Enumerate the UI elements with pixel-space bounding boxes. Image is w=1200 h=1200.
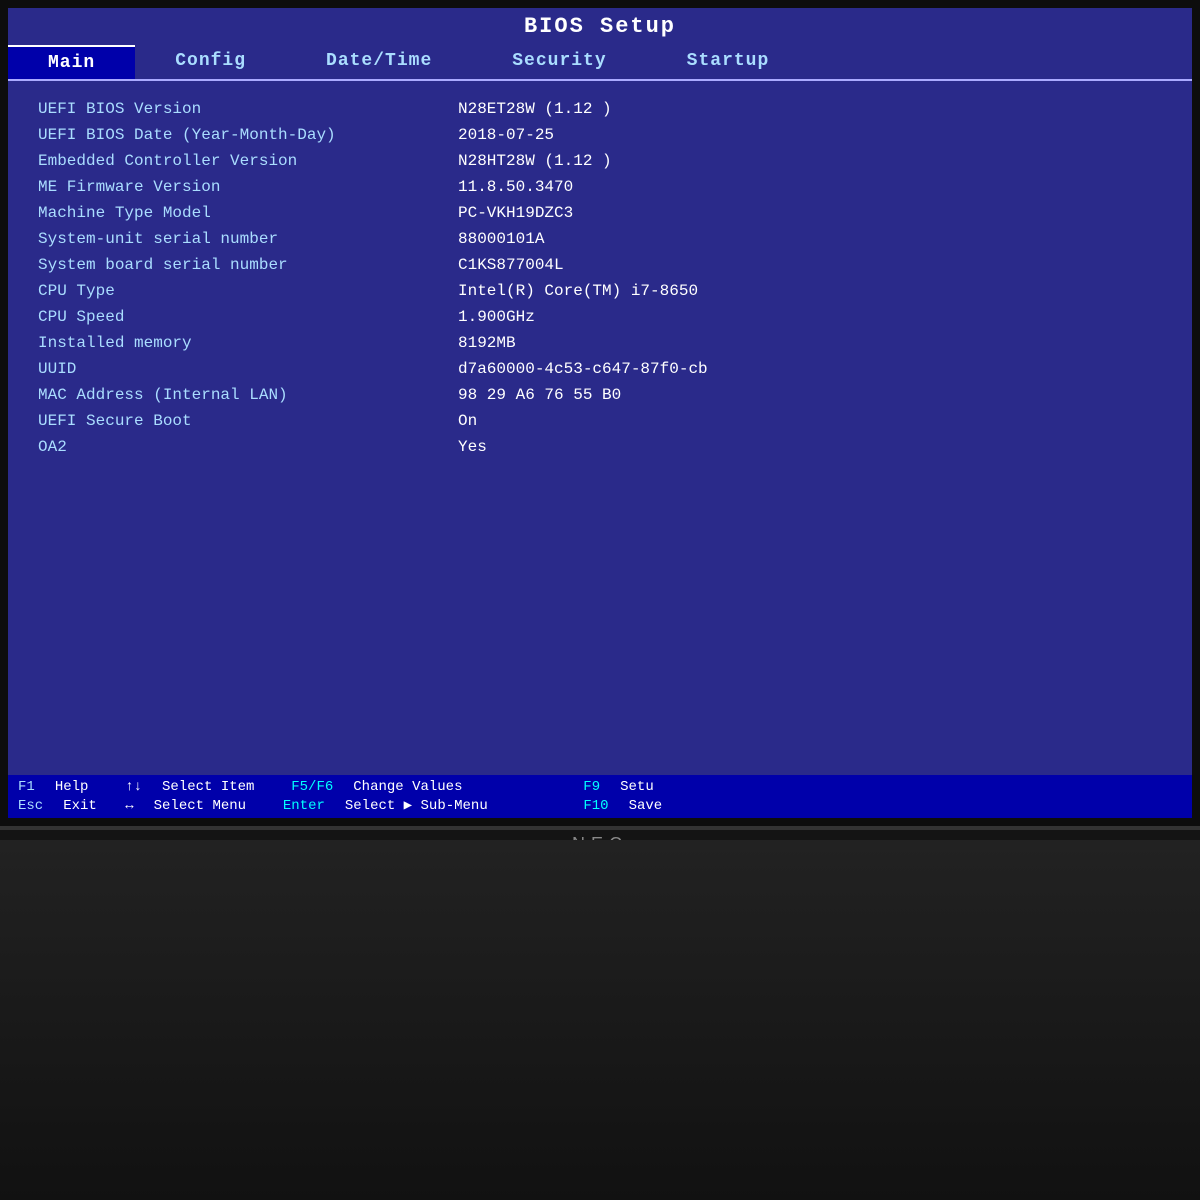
nav-item-datetime[interactable]: Date/Time: [286, 45, 472, 79]
nav-item-main[interactable]: Main: [8, 45, 135, 79]
keyboard-area: F1 F2 F3 F4 F5 F6 F7 F8 F9 F10 F11 F12 ×…: [0, 840, 1200, 1200]
info-label: UEFI Secure Boot: [38, 412, 458, 430]
nav-item-config[interactable]: Config: [135, 45, 286, 79]
info-row: UUIDd7a60000-4c53-c647-87f0-cb: [38, 356, 1162, 382]
info-value: 88000101A: [458, 230, 544, 248]
info-label: OA2: [38, 438, 458, 456]
info-label: MAC Address (Internal LAN): [38, 386, 458, 404]
nav-bar: Main Config Date/Time Security Startup: [8, 45, 1192, 81]
info-value: N28ET28W (1.12 ): [458, 100, 612, 118]
info-row: Embedded Controller VersionN28HT28W (1.1…: [38, 148, 1162, 174]
nav-item-security[interactable]: Security: [472, 45, 646, 79]
info-value: PC-VKH19DZC3: [458, 204, 573, 222]
info-label: CPU Speed: [38, 308, 458, 326]
info-value: Yes: [458, 438, 487, 456]
bios-content: UEFI BIOS VersionN28ET28W (1.12 )UEFI BI…: [8, 81, 1192, 818]
info-row: Installed memory8192MB: [38, 330, 1162, 356]
info-value: 1.900GHz: [458, 308, 535, 326]
info-row: Machine Type ModelPC-VKH19DZC3: [38, 200, 1162, 226]
info-row: UEFI Secure BootOn: [38, 408, 1162, 434]
info-label: Embedded Controller Version: [38, 152, 458, 170]
nav-item-startup[interactable]: Startup: [647, 45, 810, 79]
info-value: Intel(R) Core(TM) i7-8650: [458, 282, 698, 300]
info-label: ME Firmware Version: [38, 178, 458, 196]
info-row: System-unit serial number88000101A: [38, 226, 1162, 252]
info-row: UEFI BIOS VersionN28ET28W (1.12 ): [38, 96, 1162, 122]
info-label: System board serial number: [38, 256, 458, 274]
info-value: 11.8.50.3470: [458, 178, 573, 196]
status-row-2: Esc Exit ↔ Select Menu Enter Select ▶ Su…: [18, 797, 1182, 814]
info-row: OA2Yes: [38, 434, 1162, 460]
info-value: 8192MB: [458, 334, 516, 352]
bios-screen: BIOS Setup Main Config Date/Time Securit…: [8, 8, 1192, 818]
info-value: C1KS877004L: [458, 256, 564, 274]
status-row-1: F1 Help ↑↓ Select Item F5/F6 Change Valu…: [18, 779, 1182, 795]
info-row: System board serial numberC1KS877004L: [38, 252, 1162, 278]
bios-title: BIOS Setup: [8, 8, 1192, 45]
info-value: 2018-07-25: [458, 126, 554, 144]
info-label: System-unit serial number: [38, 230, 458, 248]
info-row: CPU TypeIntel(R) Core(TM) i7-8650: [38, 278, 1162, 304]
key-esc: Esc: [18, 798, 43, 814]
info-row: ME Firmware Version11.8.50.3470: [38, 174, 1162, 200]
info-label: Installed memory: [38, 334, 458, 352]
info-value: N28HT28W (1.12 ): [458, 152, 612, 170]
key-f1: F1: [18, 779, 35, 795]
info-row: CPU Speed1.900GHz: [38, 304, 1162, 330]
info-value: On: [458, 412, 477, 430]
info-label: UEFI BIOS Date (Year-Month-Day): [38, 126, 458, 144]
info-label: UUID: [38, 360, 458, 378]
screen-bezel: BIOS Setup Main Config Date/Time Securit…: [0, 0, 1200, 830]
info-table: UEFI BIOS VersionN28ET28W (1.12 )UEFI BI…: [38, 96, 1162, 460]
info-value: d7a60000-4c53-c647-87f0-cb: [458, 360, 708, 378]
info-value: 98 29 A6 76 55 B0: [458, 386, 621, 404]
info-label: UEFI BIOS Version: [38, 100, 458, 118]
status-bar: F1 Help ↑↓ Select Item F5/F6 Change Valu…: [8, 775, 1192, 818]
info-row: MAC Address (Internal LAN)98 29 A6 76 55…: [38, 382, 1162, 408]
info-label: Machine Type Model: [38, 204, 458, 222]
laptop-body: BIOS Setup Main Config Date/Time Securit…: [0, 0, 1200, 1200]
info-row: UEFI BIOS Date (Year-Month-Day)2018-07-2…: [38, 122, 1162, 148]
info-label: CPU Type: [38, 282, 458, 300]
